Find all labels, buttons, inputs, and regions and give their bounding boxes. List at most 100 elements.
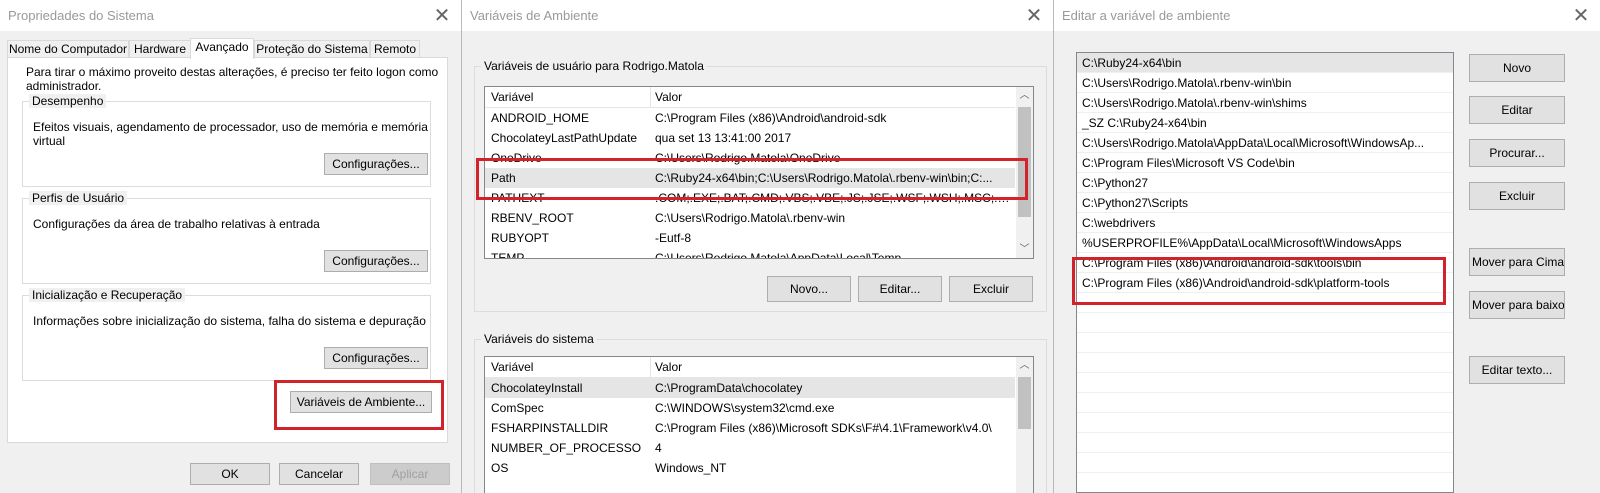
user-new-button[interactable]: Novo... — [767, 276, 851, 302]
table-row-selected[interactable]: ChocolateyInstall C:\ProgramData\chocolat… — [485, 378, 1015, 398]
variable-value: C:\Users\Rodrigo.Matola\AppData\Local\Te… — [655, 251, 902, 259]
column-header-value[interactable]: Valor — [655, 360, 682, 374]
variable-name: ChocolateyInstall — [491, 381, 583, 395]
table-row[interactable]: OneDrive C:\Users\Rodrigo.Matola\OneDrive — [485, 148, 1015, 168]
tab-remoto[interactable]: Remoto — [370, 40, 420, 57]
column-header-value[interactable]: Valor — [655, 90, 682, 104]
window-title: Editar a variável de ambiente — [1062, 8, 1231, 23]
group-description: Informações sobre inicialização do siste… — [33, 314, 426, 328]
scrollbar-thumb[interactable] — [1018, 107, 1031, 217]
list-item[interactable]: _SZ C:\Ruby24-x64\bin — [1077, 113, 1453, 133]
column-header-variable[interactable]: Variável — [491, 360, 533, 374]
variable-name: ChocolateyLastPathUpdate — [491, 131, 638, 145]
close-icon[interactable]: ✕ — [429, 3, 455, 29]
tab-avancado[interactable]: Avançado — [190, 38, 254, 59]
group-description: virtual — [33, 134, 66, 148]
list-item-selected[interactable]: C:\Ruby24-x64\bin — [1077, 53, 1453, 73]
list-item[interactable]: C:\Program Files (x86)\Android\android-s… — [1077, 253, 1453, 273]
table-row[interactable]: RBENV_ROOT C:\Users\Rodrigo.Matola\.rbenv… — [485, 208, 1015, 228]
window-title: Propriedades do Sistema — [8, 8, 154, 23]
list-item[interactable]: C:\Users\Rodrigo.Matola\AppData\Local\Mi… — [1077, 133, 1453, 153]
move-up-button[interactable]: Mover para Cima — [1469, 248, 1565, 276]
list-item[interactable]: C:\Users\Rodrigo.Matola\.rbenv-win\shims — [1077, 93, 1453, 113]
variable-name: OS — [491, 461, 509, 475]
list-item[interactable]: C:\Users\Rodrigo.Matola\.rbenv-win\bin — [1077, 73, 1453, 93]
empty-list-row — [1077, 313, 1453, 333]
browse-button[interactable]: Procurar... — [1469, 139, 1565, 167]
tab-nome-do-computador[interactable]: Nome do Computador — [7, 40, 129, 57]
table-row[interactable]: PATHEXT .COM;.EXE;.BAT;.CMD;.VBS;.VBE;.JS… — [485, 188, 1015, 208]
list-item[interactable]: C:\webdrivers — [1077, 213, 1453, 233]
table-row[interactable]: RUBYOPT -Eutf-8 — [485, 228, 1015, 248]
chevron-up-icon[interactable]: ︿ — [1016, 357, 1033, 374]
list-item[interactable]: C:\Program Files\Microsoft VS Code\bin — [1077, 153, 1453, 173]
table-row[interactable]: ANDROID_HOME C:\Program Files (x86)\Andro… — [485, 108, 1015, 128]
group-description: Configurações da área de trabalho relati… — [33, 217, 320, 231]
desempenho-settings-button[interactable]: Configurações... — [324, 153, 428, 175]
vertical-scrollbar[interactable]: ︿ — [1016, 357, 1033, 493]
tab-protecao-do-sistema[interactable]: Proteção do Sistema — [254, 40, 370, 57]
intro-text-line2: administrador. — [26, 79, 102, 93]
list-item[interactable]: C:\Python27\Scripts — [1077, 193, 1453, 213]
close-icon[interactable]: ✕ — [1021, 3, 1047, 29]
desempenho-group: Desempenho Efeitos visuais, agendamento … — [22, 94, 431, 187]
ok-button[interactable]: OK — [190, 463, 270, 485]
table-row[interactable]: FSHARPINSTALLDIR C:\Program Files (x86)\M… — [485, 418, 1015, 438]
list-header: Variável Valor — [485, 87, 1015, 108]
variable-name: TEMP — [491, 251, 525, 259]
chevron-up-icon[interactable]: ︿ — [1016, 87, 1033, 104]
user-variables-list[interactable]: Variável Valor ANDROID_HOME C:\Program Fi… — [484, 86, 1034, 259]
empty-list-row — [1077, 473, 1453, 492]
variable-name: FSHARPINSTALLDIR — [491, 421, 609, 435]
window-title: Variáveis de Ambiente — [470, 8, 599, 23]
column-header-variable[interactable]: Variável — [491, 90, 533, 104]
table-row[interactable]: ComSpec C:\WINDOWS\system32\cmd.exe — [485, 398, 1015, 418]
variable-value: -Eutf-8 — [655, 231, 692, 245]
variable-value: C:\WINDOWS\system32\cmd.exe — [655, 401, 835, 415]
variable-name: ComSpec — [491, 401, 544, 415]
edit-text-button[interactable]: Editar texto... — [1469, 356, 1565, 384]
empty-list-row — [1077, 373, 1453, 393]
vertical-scrollbar[interactable]: ︿ ﹀ — [1016, 87, 1033, 258]
inicializacao-settings-button[interactable]: Configurações... — [324, 347, 428, 369]
title-bar: Propriedades do Sistema ✕ — [0, 0, 461, 31]
table-row[interactable]: OS Windows_NT — [485, 458, 1015, 478]
perfis-settings-button[interactable]: Configurações... — [324, 250, 428, 272]
edit-entry-button[interactable]: Editar — [1469, 96, 1565, 124]
table-row[interactable]: TEMP C:\Users\Rodrigo.Matola\AppData\Loca… — [485, 248, 1015, 259]
inicializacao-group: Inicialização e Recuperação Informações … — [22, 288, 431, 381]
delete-entry-button[interactable]: Excluir — [1469, 182, 1565, 210]
perfis-group: Perfis de Usuário Configurações da área … — [22, 191, 431, 284]
system-variables-list[interactable]: Variável Valor ChocolateyInstall C:\Progr… — [484, 356, 1034, 493]
empty-list-row — [1077, 433, 1453, 453]
group-label: Perfis de Usuário — [29, 191, 128, 205]
close-icon[interactable]: ✕ — [1568, 3, 1594, 29]
variable-value: Windows_NT — [655, 461, 727, 475]
move-down-button[interactable]: Mover para baixo — [1469, 291, 1565, 319]
list-item[interactable]: C:\Python27 — [1077, 173, 1453, 193]
variable-value: 4 — [655, 441, 662, 455]
cancel-button[interactable]: Cancelar — [279, 463, 359, 485]
group-label: Variáveis do sistema — [481, 332, 597, 346]
group-label: Inicialização e Recuperação — [29, 288, 186, 302]
list-item[interactable]: C:\Program Files (x86)\Android\android-s… — [1077, 273, 1453, 293]
title-bar: Variáveis de Ambiente ✕ — [462, 0, 1053, 31]
variable-value: C:\Users\Rodrigo.Matola\.rbenv-win — [655, 211, 846, 225]
chevron-down-icon[interactable]: ﹀ — [1016, 241, 1033, 258]
variable-value: .COM;.EXE;.BAT;.CMD;.VBS;.VBE;.JS;.JSE;.… — [655, 191, 1011, 205]
apply-button[interactable]: Aplicar — [370, 463, 450, 485]
list-item[interactable]: %USERPROFILE%\AppData\Local\Microsoft\Wi… — [1077, 233, 1453, 253]
variable-value: C:\Program Files (x86)\Android\android-s… — [655, 111, 887, 125]
table-row[interactable]: NUMBER_OF_PROCESSORS 4 — [485, 438, 1015, 458]
scrollbar-thumb[interactable] — [1018, 377, 1031, 429]
empty-list-row — [1077, 453, 1453, 473]
group-description: Efeitos visuais, agendamento de processa… — [33, 120, 428, 134]
environment-variables-button[interactable]: Variáveis de Ambiente... — [290, 391, 432, 413]
path-entries-list[interactable]: C:\Ruby24-x64\bin C:\Users\Rodrigo.Matol… — [1076, 52, 1454, 493]
table-row[interactable]: ChocolateyLastPathUpdate qua set 13 13:41… — [485, 128, 1015, 148]
new-entry-button[interactable]: Novo — [1469, 54, 1565, 82]
tab-hardware[interactable]: Hardware — [129, 40, 191, 57]
user-delete-button[interactable]: Excluir — [949, 276, 1033, 302]
table-row-selected[interactable]: Path C:\Ruby24-x64\bin;C:\Users\Rodrigo.M… — [485, 168, 1015, 188]
user-edit-button[interactable]: Editar... — [858, 276, 942, 302]
